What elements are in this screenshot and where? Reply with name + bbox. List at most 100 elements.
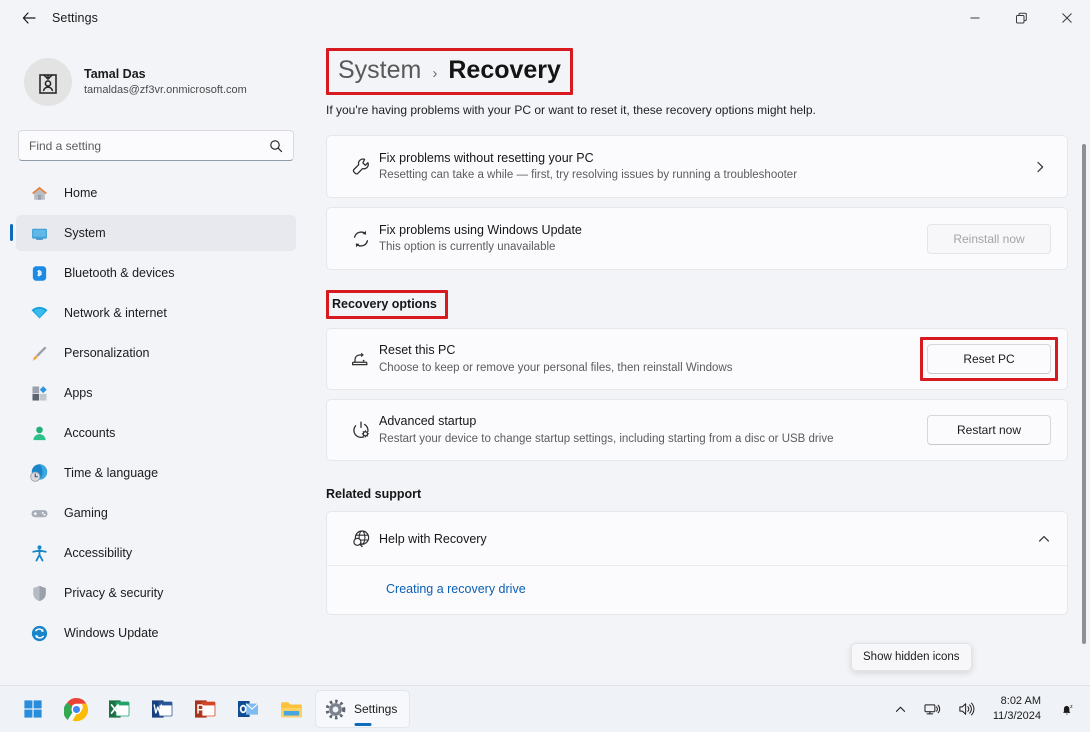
sidebar-item-label: Personalization (64, 346, 150, 360)
sidebar-item-label: Bluetooth & devices (64, 266, 175, 280)
sidebar-item-network-internet[interactable]: Network & internet (16, 295, 296, 331)
shield-icon (28, 582, 50, 604)
card-subtitle: This option is currently unavailable (379, 241, 556, 254)
sidebar-item-bluetooth-devices[interactable]: Bluetooth & devices (16, 255, 296, 291)
accessibility-person-icon (28, 542, 50, 564)
card-subtitle: Resetting can take a while — first, try … (379, 169, 798, 182)
card-reset-this-pc: Reset this PC Choose to keep or remove y… (326, 328, 1068, 390)
network-button[interactable] (917, 691, 947, 727)
card-fix-problems-troubleshooter[interactable]: Fix problems without resetting your PC R… (326, 135, 1068, 198)
chevron-right-icon: › (432, 65, 438, 82)
word-icon (152, 700, 173, 718)
page-description: If you're having problems with your PC o… (326, 103, 816, 117)
network-icon (924, 704, 940, 715)
power-gear-icon (343, 419, 379, 441)
window-controls (952, 0, 1090, 36)
powerpoint-button[interactable] (186, 690, 224, 728)
sidebar: Tamal Das tamaldas@zf3vr.onmicrosoft.com (0, 36, 312, 685)
breadcrumb: System › Recovery (326, 48, 573, 95)
user-profile[interactable]: Tamal Das tamaldas@zf3vr.onmicrosoft.com (20, 54, 296, 110)
file-explorer-button[interactable] (272, 690, 310, 728)
sidebar-item-label: Accessibility (64, 546, 133, 560)
sidebar-item-accessibility[interactable]: Accessibility (16, 535, 296, 571)
sidebar-item-label: Apps (64, 386, 93, 400)
sidebar-item-gaming[interactable]: Gaming (16, 495, 296, 531)
card-fix-problems-windows-update: Fix problems using Windows Update This o… (326, 207, 1068, 270)
restart-now-button[interactable]: Restart now (927, 415, 1051, 445)
taskbar-items: Settings (14, 690, 411, 728)
sidebar-item-label: Gaming (64, 506, 108, 520)
wrench-icon (343, 156, 379, 178)
volume-button[interactable] (951, 691, 981, 727)
minimize-button[interactable] (952, 0, 998, 36)
chevron-up-icon[interactable] (1037, 532, 1051, 546)
breadcrumb-container: System › Recovery (326, 48, 573, 95)
sidebar-item-label: Accounts (64, 426, 116, 440)
notification-bell-icon: z (1063, 703, 1073, 714)
sidebar-item-label: Network & internet (64, 306, 167, 320)
breadcrumb-parent[interactable]: System (338, 56, 421, 85)
clock[interactable]: 8:02 AM 11/3/2024 (985, 694, 1049, 724)
outlook-icon (238, 701, 259, 717)
maximize-button[interactable] (998, 0, 1044, 36)
settings-window: Settings Tamal Das tamaldas@zf3vr.onmicr… (0, 0, 1090, 732)
content-scrollbar[interactable] (1082, 106, 1086, 666)
apps-icon (28, 382, 50, 404)
sidebar-item-windows-update[interactable]: Windows Update (16, 615, 296, 651)
sidebar-item-accounts[interactable]: Accounts (16, 415, 296, 451)
svg-text:z: z (1070, 703, 1073, 709)
sidebar-item-time-language[interactable]: Time & language (16, 455, 296, 491)
search-icon (269, 139, 283, 153)
sidebar-item-system[interactable]: System (10, 215, 296, 251)
show-hidden-icons-tooltip: Show hidden icons (851, 643, 972, 671)
creating-a-recovery-drive-link[interactable]: Creating a recovery drive (386, 582, 526, 596)
sidebar-item-label: Privacy & security (64, 586, 164, 600)
sidebar-item-label: Time & language (64, 466, 159, 480)
outlook-button[interactable] (229, 690, 267, 728)
home-icon (28, 182, 50, 204)
sidebar-item-home[interactable]: Home (16, 175, 296, 211)
sidebar-item-privacy-security[interactable]: Privacy & security (16, 575, 296, 611)
search-box[interactable] (18, 130, 294, 161)
gear-icon (325, 699, 346, 719)
card-subtitle: Choose to keep or remove your personal f… (379, 361, 733, 374)
search-input[interactable] (19, 138, 269, 153)
chrome-button[interactable] (57, 690, 95, 728)
card-title: Fix problems without resetting your PC (379, 150, 594, 165)
sidebar-item-label: Home (64, 186, 98, 200)
card-title: Advanced startup (379, 414, 477, 428)
taskbar: Settings 8:02 AM 11/3/2024 z (0, 685, 1090, 732)
reset-pc-button[interactable]: Reset PC (927, 344, 1051, 374)
sidebar-item-personalization[interactable]: Personalization (16, 335, 296, 371)
profile-email: tamaldas@zf3vr.onmicrosoft.com (84, 84, 247, 97)
window-title: Settings (52, 11, 98, 25)
back-button[interactable] (12, 3, 46, 33)
back-arrow-icon (22, 12, 36, 24)
clock-globe-icon (30, 464, 48, 482)
restore-icon (1015, 12, 1027, 23)
related-support-heading: Related support (326, 487, 422, 501)
system-monitor-icon (28, 222, 50, 244)
notification-button[interactable]: z (1053, 691, 1082, 727)
settings-button[interactable]: Settings (315, 690, 411, 728)
sidebar-item-apps[interactable]: Apps (16, 375, 296, 411)
start-button[interactable] (14, 690, 52, 728)
page-title: Recovery (448, 56, 561, 84)
help-with-recovery-header[interactable]: Help with Recovery (327, 512, 1067, 565)
excel-button[interactable] (100, 690, 138, 728)
word-button[interactable] (143, 690, 181, 728)
sidebar-item-label: Windows Update (64, 626, 159, 640)
card-title: Reset this PC (379, 343, 456, 357)
scrollbar-thumb[interactable] (1082, 144, 1086, 644)
folder-icon (280, 701, 302, 717)
card-advanced-startup: Advanced startup Restart your device to … (326, 399, 1068, 461)
speaker-icon (959, 702, 975, 716)
clock-time: 8:02 AM (1000, 695, 1041, 708)
close-button[interactable] (1044, 0, 1090, 36)
windows-logo-icon (24, 700, 42, 718)
chevron-right-icon[interactable] (1033, 160, 1051, 174)
expander-title: Help with Recovery (379, 531, 487, 546)
show-hidden-icons-button[interactable] (888, 691, 913, 727)
sync-refresh-icon (343, 228, 379, 250)
gamepad-icon (28, 502, 50, 524)
